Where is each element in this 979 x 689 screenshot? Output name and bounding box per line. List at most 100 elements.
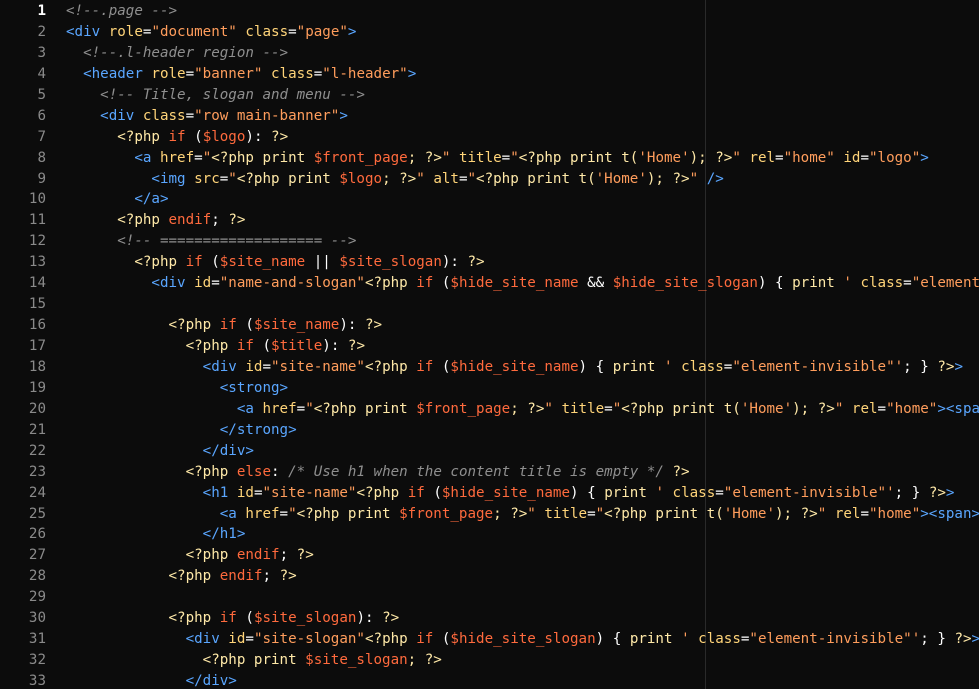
code-token: "element-invisible"' bbox=[749, 631, 921, 648]
code-token: <?php bbox=[66, 254, 186, 271]
code-text[interactable]: <?php else: /* Use h1 when the content t… bbox=[66, 462, 690, 483]
code-text[interactable]: <?php endif; ?> bbox=[66, 210, 245, 231]
code-text[interactable]: <!-- =================== --> bbox=[66, 231, 356, 252]
code-token: <?php bbox=[66, 568, 220, 585]
code-text[interactable]: <?php if ($site_slogan): ?> bbox=[66, 608, 399, 629]
code-text[interactable]: </div> bbox=[66, 441, 254, 462]
code-text[interactable]: <a href="<?php print $front_page; ?>" ti… bbox=[66, 148, 929, 169]
code-token: = bbox=[262, 358, 272, 375]
code-token: <header bbox=[66, 65, 152, 82]
code-token: class bbox=[672, 484, 716, 501]
code-token: = bbox=[313, 65, 323, 82]
code-token: $front_page bbox=[416, 400, 511, 417]
code-token: > bbox=[945, 484, 955, 501]
code-token: ) { bbox=[570, 484, 605, 501]
code-token: 'Home' bbox=[595, 170, 647, 187]
code-token: <?php print t( bbox=[621, 400, 741, 417]
code-text[interactable]: <div class="row main-banner"> bbox=[66, 106, 348, 127]
code-editor[interactable]: 1 <!--.page --> 2 <div role = "document" clas… bbox=[0, 0, 979, 689]
line-number: 10 bbox=[28, 191, 46, 208]
code-token: id bbox=[228, 631, 246, 648]
code-text[interactable]: <img src="<?php print $logo; ?>" alt="<?… bbox=[66, 169, 723, 190]
code-token: = bbox=[715, 484, 724, 501]
code-text[interactable]: <header role="banner" class="l-header"> bbox=[66, 64, 416, 85]
code-token: ><span> bbox=[937, 400, 979, 417]
code-text[interactable]: <!-- Title, slogan and menu --> bbox=[66, 85, 365, 106]
code-token: " bbox=[732, 149, 741, 166]
code-text[interactable]: <a href="<?php print $front_page; ?>" ti… bbox=[66, 399, 979, 420]
code-token: <?php bbox=[66, 547, 237, 564]
code-token: </h1> bbox=[66, 526, 246, 543]
code-token: ; } bbox=[903, 358, 938, 375]
code-token: ; ?> bbox=[407, 149, 442, 166]
code-token: ( bbox=[202, 254, 220, 271]
code-token: = bbox=[219, 170, 229, 187]
line-number: 29 bbox=[28, 589, 46, 606]
code-token: "element-invisible"' bbox=[723, 484, 895, 501]
code-text[interactable]: <div role="document" class="page"> bbox=[66, 22, 356, 43]
code-text[interactable]: <?php endif; ?> bbox=[66, 545, 314, 566]
code-token: class bbox=[860, 275, 904, 292]
code-token: $title bbox=[271, 338, 323, 354]
code-token: " bbox=[288, 505, 297, 522]
code-token: "site-name" bbox=[271, 358, 365, 375]
code-token: id bbox=[236, 484, 254, 501]
line-number: 4 bbox=[37, 65, 46, 82]
code-text[interactable]: <!--.page --> bbox=[66, 1, 177, 22]
code-text[interactable]: <?php if ($title): ?> bbox=[66, 336, 365, 357]
code-token: <!--.page --> bbox=[66, 3, 178, 19]
code-token: " bbox=[595, 505, 605, 522]
code-token: "home" bbox=[886, 400, 938, 417]
code-text[interactable]: <div id="name-and-slogan"<?php if ($hide… bbox=[66, 273, 979, 294]
code-token: ( bbox=[424, 484, 442, 501]
line-number: 3 bbox=[37, 44, 46, 61]
code-text[interactable]: <div id="site-name"<?php if ($hide_site_… bbox=[66, 357, 963, 378]
code-text[interactable]: </h1> bbox=[66, 524, 246, 545]
code-token: > bbox=[339, 107, 348, 124]
code-text[interactable]: <?php if ($logo): ?> bbox=[66, 127, 288, 148]
code-token: rel bbox=[843, 400, 878, 417]
code-text[interactable]: <?php if ($site_name || $site_slogan): ?… bbox=[66, 252, 485, 273]
code-text[interactable]: <h1 id = "site-name"<?php if ($hide_site_n… bbox=[66, 483, 955, 504]
code-token: ( bbox=[253, 338, 272, 354]
code-text[interactable]: </a> bbox=[66, 189, 168, 210]
code-token: $hide_site_name bbox=[441, 484, 571, 501]
code-text[interactable]: <?php endif; ?> bbox=[66, 566, 296, 587]
code-token: ) { bbox=[757, 275, 793, 292]
code-token: && bbox=[578, 275, 613, 292]
code-text[interactable]: <?php if ($site_name): ?> bbox=[66, 315, 382, 336]
code-text[interactable]: <strong> bbox=[66, 378, 288, 399]
code-token: > bbox=[920, 149, 929, 166]
code-token: <?php bbox=[66, 212, 169, 229]
code-token: class bbox=[698, 631, 741, 648]
code-token: ; bbox=[279, 547, 297, 564]
code-token: ; ?> bbox=[382, 170, 417, 187]
line-number: 17 bbox=[28, 338, 46, 354]
code-token: $hide_site_slogan bbox=[612, 275, 758, 292]
line-number: 13 bbox=[28, 254, 46, 271]
code-token: = bbox=[501, 149, 511, 166]
code-token: ?> bbox=[296, 547, 314, 564]
code-token: = bbox=[185, 107, 195, 124]
code-token: <div bbox=[66, 23, 109, 40]
code-token: > bbox=[407, 65, 417, 82]
code-text[interactable]: </div> bbox=[66, 671, 237, 689]
code-token: ): bbox=[322, 338, 348, 354]
code-text[interactable]: <a href="<?php print $front_page; ?>" ti… bbox=[66, 504, 979, 525]
code-token: = bbox=[194, 149, 203, 166]
code-text[interactable]: </strong> bbox=[66, 420, 297, 441]
line-number: 21 bbox=[28, 421, 46, 438]
code-text[interactable]: <!--.l-header region --> bbox=[66, 43, 288, 64]
code-text[interactable]: <?php print $site_slogan; ?> bbox=[66, 650, 442, 671]
code-text[interactable]: <div id="site-slogan"<?php if ($hide_sit… bbox=[66, 629, 979, 650]
code-token: print bbox=[612, 358, 664, 375]
code-token: ?> bbox=[467, 254, 485, 271]
code-token: href bbox=[245, 505, 280, 522]
code-token: ?> bbox=[382, 610, 400, 627]
line-number: 9 bbox=[37, 170, 46, 187]
code-token: role bbox=[151, 65, 186, 82]
code-token: <div bbox=[66, 358, 246, 375]
code-token: <?php bbox=[66, 338, 237, 354]
code-token: $site_name bbox=[219, 254, 306, 271]
code-token: <!-- Title, slogan and menu --> bbox=[66, 86, 365, 103]
